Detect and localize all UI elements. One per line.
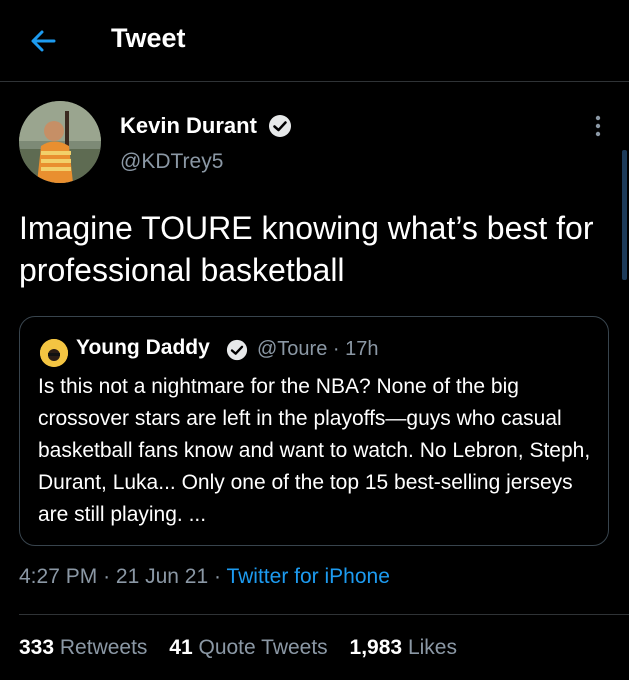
quoted-tweet-card[interactable]: Young Daddy @Toure · 17h Is this not a n… — [19, 316, 609, 546]
quoted-author-handle: @Toure — [257, 338, 328, 360]
likes-label: Likes — [407, 636, 457, 659]
quoted-meta-separator: · — [332, 338, 340, 360]
retweets-count: 333 — [19, 636, 55, 659]
page-title: Tweet — [111, 23, 186, 53]
more-vertical-icon[interactable] — [588, 114, 608, 138]
tweet-meta: 4:27 PM · 21 Jun 21 · Twitter for iPhone — [19, 565, 390, 589]
likes-count: 1,983 — [349, 636, 403, 659]
arrow-left-icon[interactable] — [28, 26, 58, 56]
quoted-author-name: Young Daddy — [76, 336, 210, 359]
meta-separator: · — [103, 565, 111, 588]
tweet-date: 21 Jun 21 — [115, 565, 209, 588]
engagement-stats: 333 Retweets 41 Quote Tweets 1,983 Likes — [19, 636, 473, 660]
likes-stat[interactable]: 1,983 Likes — [350, 636, 457, 660]
author-handle[interactable]: @KDTrey5 — [120, 150, 223, 174]
meta-separator: · — [214, 565, 221, 588]
quote-tweets-stat[interactable]: 41 Quote Tweets — [169, 636, 327, 660]
top-app-bar: Tweet — [0, 0, 629, 82]
author-avatar[interactable] — [19, 101, 101, 183]
quoted-verified-badge-icon — [226, 339, 248, 361]
quoted-tweet-text: Is this not a nightmare for the NBA? Non… — [38, 375, 591, 526]
retweets-stat[interactable]: 333 Retweets — [19, 636, 147, 660]
verified-badge-icon — [269, 115, 291, 137]
divider — [19, 614, 629, 615]
tweet-time: 4:27 PM — [19, 565, 98, 588]
source-link[interactable]: Twitter for iPhone — [226, 565, 389, 588]
quoted-time: 17h — [345, 338, 379, 360]
quote-tweets-count: 41 — [169, 636, 193, 659]
tweet-text: Imagine TOURE knowing what’s best for pr… — [19, 210, 594, 288]
author-name[interactable]: Kevin Durant — [120, 113, 257, 139]
quoted-meta: @Toure · 17h — [257, 338, 379, 361]
retweets-label: Retweets — [59, 636, 148, 659]
quoted-author-avatar — [40, 339, 68, 367]
scrollbar[interactable] — [622, 150, 627, 280]
quote-tweets-label: Quote Tweets — [198, 636, 328, 659]
